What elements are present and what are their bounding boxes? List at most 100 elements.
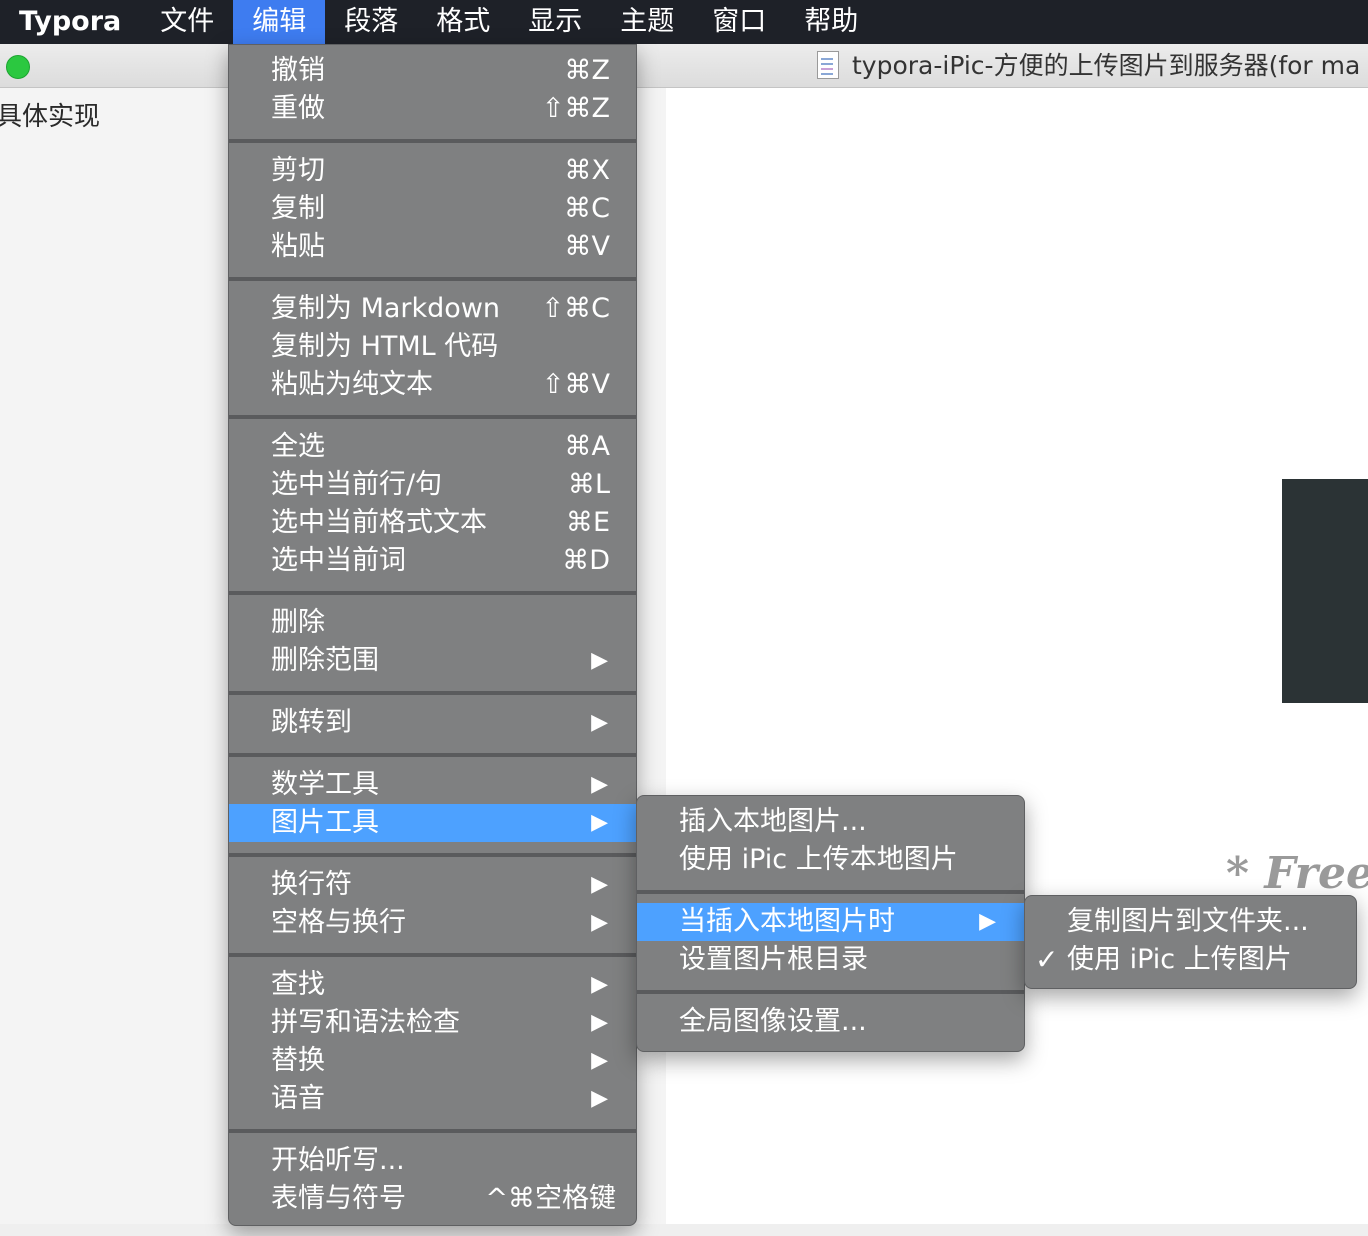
menu-item-label: 选中当前词 <box>271 545 406 576</box>
menu-separator <box>229 591 636 595</box>
menu-item-select-format-text[interactable]: 选中当前格式文本 ⌘E <box>229 504 636 542</box>
menu-item-whitespace[interactable]: 空格与换行 ▶ <box>229 904 636 942</box>
menu-item-when-insert-local-image[interactable]: 当插入本地图片时 ▶ <box>637 903 1024 941</box>
menu-separator <box>229 1129 636 1133</box>
submenu-arrow-icon: ▶ <box>591 810 608 835</box>
menu-separator <box>637 990 1024 994</box>
menu-item-jump-to[interactable]: 跳转到 ▶ <box>229 704 636 742</box>
editor-text: * Free <box>1226 848 1368 899</box>
menu-item-delete-range[interactable]: 删除范围 ▶ <box>229 642 636 680</box>
menu-separator <box>229 415 636 419</box>
menu-item-paste[interactable]: 粘贴 ⌘V <box>229 228 636 266</box>
checkmark-icon: ✓ <box>1035 943 1059 976</box>
bottom-strip <box>0 1224 1368 1236</box>
menu-item-label: 全选 <box>271 431 325 462</box>
menu-item-label: 查找 <box>271 969 325 1000</box>
menubar-item-themes[interactable]: 主题 <box>601 0 693 44</box>
menu-item-speech[interactable]: 语音 ▶ <box>229 1080 636 1118</box>
zoom-window-button[interactable] <box>6 55 30 79</box>
menu-separator <box>229 691 636 695</box>
window-title: typora-iPic-方便的上传图片到服务器(for ma <box>852 51 1361 80</box>
menu-item-label: 表情与符号 <box>271 1183 406 1214</box>
menu-item-label: 设置图片根目录 <box>679 944 868 975</box>
menubar: Typora 文件 编辑 段落 格式 显示 主题 窗口 帮助 <box>0 0 1368 44</box>
image-tools-submenu: 插入本地图片... 使用 iPic 上传本地图片 当插入本地图片时 ▶ 设置图片… <box>636 795 1025 1052</box>
menu-shortcut: ⌘A <box>564 431 610 462</box>
menu-item-select-word[interactable]: 选中当前词 ⌘D <box>229 542 636 580</box>
menubar-item-paragraph[interactable]: 段落 <box>325 0 417 44</box>
menu-item-copy-image-to-folder[interactable]: 复制图片到文件夹... <box>1025 903 1356 941</box>
menu-shortcut: ^⌘空格键 <box>485 1183 616 1214</box>
menu-item-delete[interactable]: 删除 <box>229 604 636 642</box>
menu-separator <box>229 953 636 957</box>
menu-item-find[interactable]: 查找 ▶ <box>229 966 636 1004</box>
menu-separator <box>229 139 636 143</box>
menu-shortcut: ⌘E <box>565 507 610 538</box>
menu-item-label: 使用 iPic 上传图片 <box>1067 944 1292 975</box>
menu-item-label: 开始听写... <box>271 1145 405 1176</box>
menu-item-copy-as-html[interactable]: 复制为 HTML 代码 <box>229 328 636 366</box>
menu-item-label: 使用 iPic 上传本地图片 <box>679 844 958 875</box>
submenu-arrow-icon: ▶ <box>591 872 608 897</box>
menu-item-copy[interactable]: 复制 ⌘C <box>229 190 636 228</box>
menu-item-emoji-symbols[interactable]: 表情与符号 ^⌘空格键 <box>229 1180 636 1218</box>
menu-item-copy-as-markdown[interactable]: 复制为 Markdown ⇧⌘C <box>229 290 636 328</box>
menu-item-image-tools[interactable]: 图片工具 ▶ <box>229 804 636 842</box>
menu-item-line-break[interactable]: 换行符 ▶ <box>229 866 636 904</box>
menu-item-global-image-settings[interactable]: 全局图像设置... <box>637 1003 1024 1041</box>
menu-item-label: 替换 <box>271 1045 325 1076</box>
menu-item-use-ipic-upload[interactable]: ✓ 使用 iPic 上传图片 <box>1025 941 1356 979</box>
app-menu-typora[interactable]: Typora <box>0 0 141 44</box>
menu-item-label: 撤销 <box>271 55 325 86</box>
menu-item-select-all[interactable]: 全选 ⌘A <box>229 428 636 466</box>
menubar-item-edit[interactable]: 编辑 <box>233 0 326 44</box>
menu-shortcut: ⌘Z <box>564 55 611 86</box>
submenu-arrow-icon: ▶ <box>591 910 608 935</box>
menu-item-undo[interactable]: 撤销 ⌘Z <box>229 52 636 90</box>
menu-separator <box>229 277 636 281</box>
menu-item-insert-local-image[interactable]: 插入本地图片... <box>637 803 1024 841</box>
menubar-item-format[interactable]: 格式 <box>417 0 509 44</box>
menu-item-label: 全局图像设置... <box>679 1006 867 1037</box>
menu-item-cut[interactable]: 剪切 ⌘X <box>229 152 636 190</box>
menu-item-label: 空格与换行 <box>271 907 406 938</box>
menu-item-label: 复制 <box>271 193 325 224</box>
menu-shortcut: ⌘D <box>562 545 610 576</box>
menu-shortcut: ⇧⌘V <box>541 369 610 400</box>
menubar-item-file[interactable]: 文件 <box>141 0 233 44</box>
menu-item-label: 复制图片到文件夹... <box>1067 906 1309 937</box>
menu-item-label: 数学工具 <box>271 769 379 800</box>
menubar-item-help[interactable]: 帮助 <box>785 0 877 44</box>
submenu-arrow-icon: ▶ <box>591 1048 608 1073</box>
menu-item-redo[interactable]: 重做 ⇧⌘Z <box>229 90 636 128</box>
menu-item-start-dictation[interactable]: 开始听写... <box>229 1142 636 1180</box>
menu-item-set-image-root[interactable]: 设置图片根目录 <box>637 941 1024 979</box>
outline-sidebar: 具体实现 <box>0 88 228 1236</box>
menu-separator <box>637 890 1024 894</box>
menu-item-label: 复制为 Markdown <box>271 293 501 324</box>
menu-item-paste-plain-text[interactable]: 粘贴为纯文本 ⇧⌘V <box>229 366 636 404</box>
submenu-arrow-icon: ▶ <box>979 909 996 934</box>
menu-item-spelling-grammar[interactable]: 拼写和语法检查 ▶ <box>229 1004 636 1042</box>
menu-item-label: 当插入本地图片时 <box>679 906 895 937</box>
menu-shortcut: ⌘C <box>564 193 610 224</box>
menu-item-replace[interactable]: 替换 ▶ <box>229 1042 636 1080</box>
menu-item-label: 复制为 HTML 代码 <box>271 331 499 362</box>
submenu-arrow-icon: ▶ <box>591 972 608 997</box>
menu-separator <box>229 853 636 857</box>
document-icon <box>817 51 839 79</box>
menu-shortcut: ⇧⌘Z <box>541 93 610 124</box>
menu-item-label: 删除范围 <box>271 645 379 676</box>
editor-area[interactable] <box>666 88 1368 1224</box>
submenu-arrow-icon: ▶ <box>591 1010 608 1035</box>
menu-item-upload-with-ipic[interactable]: 使用 iPic 上传本地图片 <box>637 841 1024 879</box>
menu-item-label: 插入本地图片... <box>679 806 867 837</box>
menu-item-math-tools[interactable]: 数学工具 ▶ <box>229 766 636 804</box>
outline-item[interactable]: 具体实现 <box>0 96 100 133</box>
menu-item-label: 删除 <box>271 607 325 638</box>
menu-item-select-line[interactable]: 选中当前行/句 ⌘L <box>229 466 636 504</box>
menubar-item-window[interactable]: 窗口 <box>693 0 785 44</box>
menu-shortcut: ⌘X <box>564 155 611 186</box>
menubar-item-view[interactable]: 显示 <box>509 0 601 44</box>
menu-separator <box>229 753 636 757</box>
